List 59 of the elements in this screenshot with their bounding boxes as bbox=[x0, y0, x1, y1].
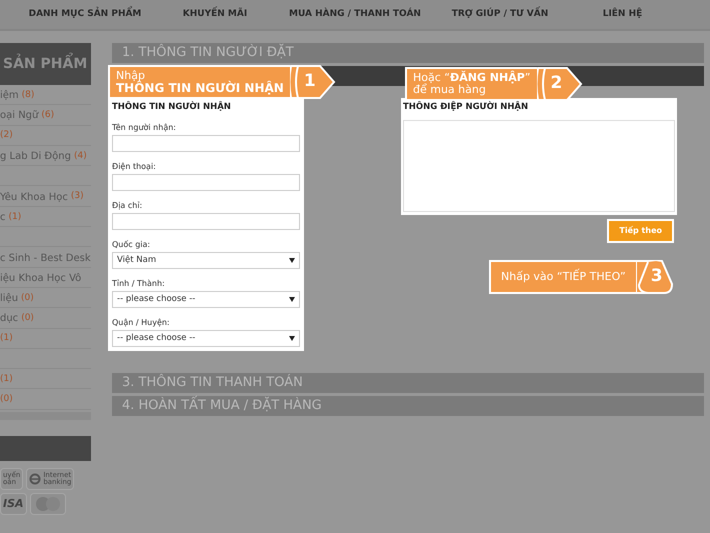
select-field[interactable]: -- please choose -- bbox=[112, 290, 300, 308]
category-link[interactable]: c Sinh - Best Desk bbox=[0, 250, 91, 266]
category-link[interactable]: liệu bbox=[0, 291, 18, 306]
callout-text: Hoặc “ĐĂNG NHẬP” bbox=[413, 72, 530, 84]
input-field[interactable] bbox=[112, 212, 300, 230]
category-link[interactable]: iệm bbox=[0, 88, 19, 104]
callout-text: để mua hàng bbox=[413, 84, 487, 96]
field-label: Điện thoại: bbox=[112, 160, 157, 173]
category-count: (1) bbox=[8, 210, 22, 224]
category-count: (6) bbox=[41, 109, 54, 122]
category-count: (2) bbox=[0, 129, 13, 142]
category-count: (3) bbox=[70, 190, 84, 204]
field-label: Tên người nhận: bbox=[112, 122, 177, 134]
category-count: (1) bbox=[0, 332, 13, 346]
next-button[interactable]: Tiếp theo bbox=[607, 218, 674, 243]
category-count: (8) bbox=[22, 88, 34, 102]
category-count: (0) bbox=[21, 312, 34, 326]
step-number: 3 bbox=[650, 266, 663, 286]
step-header[interactable]: 1. THÔNG TIN NGƯỜI ĐẶT bbox=[112, 43, 704, 63]
message-title: THÔNG ĐIỆP NGƯỜI NHẬN bbox=[403, 101, 530, 114]
category-link[interactable]: dục bbox=[0, 311, 18, 326]
step-number: 1 bbox=[304, 71, 316, 91]
mastercard-logo bbox=[30, 492, 66, 515]
nav-link[interactable]: TRỢ GIÚP / TƯ VẤN bbox=[452, 8, 548, 22]
field-label: Quận / Huyện: bbox=[112, 316, 171, 329]
category-count: (4) bbox=[74, 150, 87, 163]
input-field[interactable] bbox=[112, 174, 300, 191]
select-field[interactable]: Việt Nam bbox=[112, 252, 300, 269]
nav-link[interactable]: LIÊN HỆ bbox=[602, 8, 642, 22]
message-textarea[interactable] bbox=[403, 120, 675, 212]
field-label: Quốc gia: bbox=[112, 238, 152, 251]
nav-link[interactable]: KHUYẾN MÃI bbox=[182, 8, 248, 22]
input-field[interactable] bbox=[112, 134, 300, 152]
category-link[interactable]: oại Ngữ bbox=[0, 108, 38, 124]
caret-icon bbox=[289, 258, 295, 263]
step-header[interactable]: 4. HOÀN TẤT MUA / ĐẶT HÀNG bbox=[112, 396, 704, 416]
step-header[interactable]: 3. THÔNG TIN THANH TOÁN bbox=[112, 372, 704, 393]
form-title: THÔNG TIN NGƯỜI NHẬN bbox=[112, 101, 232, 114]
category-link[interactable]: iệu Khoa Học Vô bbox=[0, 270, 82, 286]
nav-link[interactable]: MUA HÀNG / THANH TOÁN bbox=[289, 8, 421, 22]
nav-link[interactable]: DANH MỤC SẢN PHẨM bbox=[28, 8, 142, 22]
payment-label: ISA bbox=[3, 498, 24, 510]
category-count: (1) bbox=[0, 373, 13, 386]
step-number: 2 bbox=[550, 73, 562, 93]
callout-text: Nhấp vào “TIẾP THEO” bbox=[501, 271, 626, 283]
category-link[interactable]: c bbox=[0, 210, 6, 225]
callout-text: Nhập bbox=[116, 70, 145, 82]
category-link[interactable]: g Lab Di Động bbox=[0, 149, 71, 164]
caret-icon bbox=[289, 336, 295, 341]
field-label: Địa chỉ: bbox=[112, 200, 144, 212]
category-link[interactable]: Yêu Khoa Học bbox=[0, 190, 68, 205]
category-count: (0) bbox=[21, 292, 34, 305]
field-label: Tỉnh / Thành: bbox=[112, 278, 166, 290]
category-count: (0) bbox=[0, 393, 13, 406]
browser-icon bbox=[29, 472, 42, 485]
select-field[interactable]: -- please choose -- bbox=[112, 330, 300, 347]
caret-icon bbox=[289, 296, 295, 302]
sidebar-title: SẢN PHẨM bbox=[0, 43, 91, 85]
callout-text: THÔNG TIN NGƯỜI NHẬN bbox=[116, 82, 284, 94]
